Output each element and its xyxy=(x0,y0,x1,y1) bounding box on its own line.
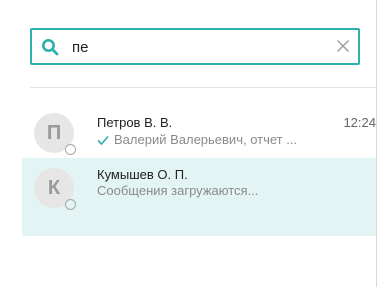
offline-status-indicator xyxy=(65,199,76,210)
chat-search-panel: П Петров В. В. 12:24 Валерий Валерьевич,… xyxy=(0,0,380,287)
search-box[interactable] xyxy=(30,28,360,65)
chat-preview: Валерий Валерьевич, отчет ... xyxy=(97,132,377,147)
chat-name: Петров В. В. xyxy=(97,115,173,130)
chat-list-item[interactable]: П Петров В. В. 12:24 Валерий Валерьевич,… xyxy=(22,104,376,160)
chat-name: Кумышев О. П. xyxy=(97,167,188,182)
close-icon[interactable] xyxy=(336,39,350,53)
chat-preview: Сообщения загружаются... xyxy=(97,183,259,198)
offline-status-indicator xyxy=(65,144,76,155)
chat-preview-text: Валерий Валерьевич, отчет ... xyxy=(114,132,298,147)
divider xyxy=(30,87,376,88)
search-input[interactable] xyxy=(72,36,322,58)
chat-list-item-selected[interactable]: К Кумышев О. П. Сообщения загружаются... xyxy=(22,158,376,236)
chat-time: 12:24 xyxy=(343,115,376,130)
search-icon xyxy=(42,39,59,56)
check-icon xyxy=(97,135,109,145)
panel-border xyxy=(376,0,377,287)
